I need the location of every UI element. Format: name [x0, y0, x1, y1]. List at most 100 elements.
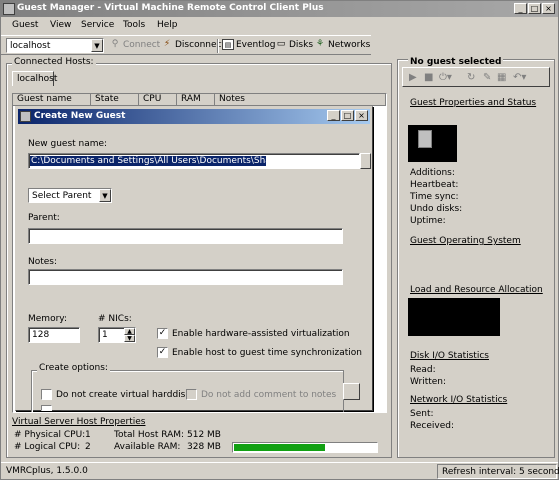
memory-input[interactable]: 128	[28, 327, 80, 343]
uptime-label: Uptime:	[410, 216, 446, 226]
dialog-title-bar[interactable]: Create New Guest _ □ ×	[18, 109, 370, 124]
ram-usage-fill	[234, 444, 325, 451]
new-guest-name-input[interactable]: C:\Documents and Settings\All Users\Docu…	[28, 153, 360, 169]
refresh-panel: Refresh interval: 5 seconds	[437, 464, 559, 479]
save-state-icon[interactable]: ▦	[497, 72, 506, 83]
connect-label: Connect	[123, 40, 161, 50]
tab-localhost[interactable]: localhost	[12, 71, 58, 86]
time-sync-label: Time sync:	[410, 192, 459, 202]
select-parent-value: Select Parent	[32, 191, 92, 201]
toolbar: localhost ▼ ⚲ Connect ⚡ Disconnect ▤ Eventl…	[1, 35, 371, 55]
load-resource-link[interactable]: Load and Resource Allocation	[410, 285, 543, 295]
close-button[interactable]: ×	[542, 3, 555, 14]
disks-button[interactable]: ▭ Disks	[275, 39, 313, 53]
stepper-up-icon[interactable]: ▲	[124, 328, 135, 335]
guest-vm-icon	[418, 130, 432, 148]
partial-option-checkbox[interactable]	[41, 405, 52, 411]
menu-guest[interactable]: Guest	[12, 20, 38, 30]
nics-value: 1	[102, 330, 108, 340]
networks-button[interactable]: ⚘ Networks	[314, 39, 370, 53]
dialog-maximize-button[interactable]: □	[341, 110, 354, 121]
column-state[interactable]: State	[91, 94, 139, 106]
physical-cpu-value: 1	[85, 430, 91, 440]
create-new-guest-dialog: Create New Guest _ □ × New guest name: C…	[15, 106, 373, 412]
settings-icon[interactable]: ✎	[483, 72, 491, 83]
no-comment-checkbox[interactable]	[186, 389, 197, 400]
dialog-title: Create New Guest	[34, 111, 126, 121]
disconnect-icon: ⚡	[163, 39, 171, 49]
available-ram-value: 328 MB	[187, 442, 221, 452]
physical-cpu-label: # Physical CPU:	[14, 430, 86, 440]
networks-label: Networks	[328, 40, 371, 50]
connect-button[interactable]: ⚲ Connect	[109, 39, 161, 53]
dialog-minimize-button[interactable]: _	[327, 110, 340, 121]
menu-bar: Guest View Service Tools Help	[1, 18, 558, 34]
nics-label: # NICs:	[98, 314, 132, 324]
column-cpu[interactable]: CPU	[139, 94, 177, 106]
eventlog-button[interactable]: ▤ Eventlog	[222, 39, 276, 53]
dialog-side-button[interactable]	[343, 383, 360, 400]
create-options-label: Create options:	[37, 363, 110, 373]
memory-label: Memory:	[28, 314, 67, 324]
network-icon: ⚘	[315, 39, 325, 49]
disconnect-button[interactable]: ⚡ Disconnect	[161, 39, 225, 53]
notes-label: Notes:	[28, 257, 58, 267]
play-icon[interactable]: ▶	[409, 72, 417, 83]
chevron-down-icon[interactable]: ▼	[91, 39, 103, 52]
load-graph	[408, 298, 500, 336]
eventlog-icon: ▤	[222, 39, 234, 50]
stop-icon[interactable]: ■	[424, 72, 433, 83]
eventlog-label: Eventlog	[236, 40, 276, 50]
chevron-down-icon[interactable]: ▼	[99, 189, 111, 202]
memory-value: 128	[32, 330, 50, 340]
undo-icon[interactable]: ↶▾	[513, 72, 526, 83]
sent-label: Sent:	[410, 409, 434, 419]
host-combobox[interactable]: localhost ▼	[6, 38, 104, 53]
total-ram-value: 512 MB	[187, 430, 221, 440]
parent-input[interactable]	[28, 228, 343, 244]
select-parent-combobox[interactable]: Select Parent ▼	[28, 188, 112, 203]
window-title: Guest Manager - Virtual Machine Remote C…	[17, 3, 324, 13]
tab-localhost-label: localhost	[17, 74, 58, 84]
nics-stepper[interactable]: 1 ▲ ▼	[98, 327, 136, 343]
disk-io-link[interactable]: Disk I/O Statistics	[410, 351, 489, 361]
network-io-link[interactable]: Network I/O Statistics	[410, 395, 507, 405]
dialog-close-button[interactable]: ×	[355, 110, 368, 121]
ram-usage-bar	[232, 442, 378, 453]
host-combobox-value: localhost	[10, 41, 51, 51]
scroll-thumb[interactable]	[360, 153, 371, 169]
no-vhd-checkbox[interactable]	[41, 389, 52, 400]
hw-virt-checkbox[interactable]: ✓	[157, 328, 168, 339]
new-guest-name-value: C:\Documents and Settings\All Users\Docu…	[30, 156, 266, 166]
restart-icon[interactable]: ↻	[467, 72, 475, 83]
host-properties-title[interactable]: Virtual Server Host Properties	[12, 417, 145, 427]
stepper-down-icon[interactable]: ▼	[124, 335, 135, 342]
time-sync-checkbox[interactable]: ✓	[157, 347, 168, 358]
dialog-app-icon	[20, 111, 31, 122]
title-bar[interactable]: Guest Manager - Virtual Machine Remote C…	[1, 1, 558, 17]
maximize-button[interactable]: □	[528, 3, 541, 14]
menu-view[interactable]: View	[50, 20, 71, 30]
read-label: Read:	[410, 365, 436, 375]
connect-icon: ⚲	[111, 39, 119, 49]
menu-help[interactable]: Help	[157, 20, 178, 30]
no-comment-label: Do not add comment to notes	[201, 390, 337, 400]
parent-label: Parent:	[28, 213, 60, 223]
received-label: Received:	[410, 421, 454, 431]
additions-label: Additions:	[410, 168, 455, 178]
minimize-button[interactable]: _	[514, 3, 527, 14]
guest-properties-status-link[interactable]: Guest Properties and Status	[410, 98, 536, 108]
guest-action-toolbar: ▶ ■ ⏻▾ ↻ ✎ ▦ ↶▾	[402, 67, 550, 87]
main-window: Guest Manager - Virtual Machine Remote C…	[0, 0, 559, 480]
notes-input[interactable]	[28, 269, 343, 285]
no-guest-selected-title: No guest selected	[408, 57, 504, 67]
column-guest-name[interactable]: Guest name	[13, 94, 91, 106]
app-icon	[3, 3, 15, 15]
power-icon[interactable]: ⏻▾	[439, 72, 452, 83]
menu-tools[interactable]: Tools	[123, 20, 145, 30]
column-notes[interactable]: Notes	[215, 94, 386, 106]
guest-os-link[interactable]: Guest Operating System	[410, 236, 521, 246]
menu-service[interactable]: Service	[81, 20, 114, 30]
logical-cpu-label: # Logical CPU:	[14, 442, 81, 452]
column-ram[interactable]: RAM	[177, 94, 215, 106]
